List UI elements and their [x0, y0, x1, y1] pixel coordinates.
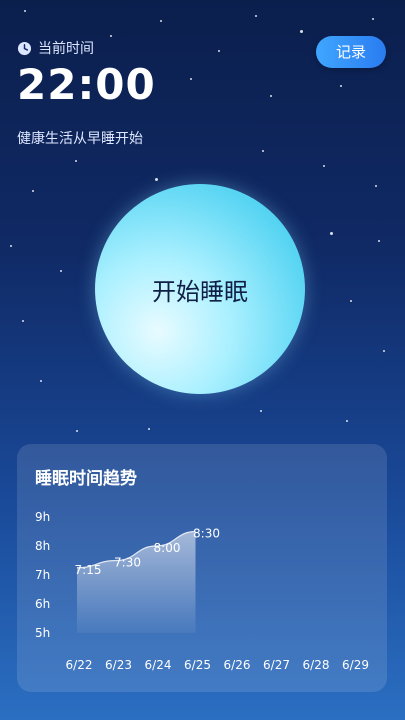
data-label: 7:15	[75, 563, 102, 577]
current-time-label: 当前时间	[38, 41, 94, 57]
x-tick-label: 6/25	[184, 658, 211, 672]
y-tick-label: 9h	[35, 510, 50, 524]
y-tick-label: 5h	[35, 626, 50, 640]
x-tick-label: 6/23	[105, 658, 132, 672]
data-label: 8:00	[154, 541, 181, 555]
current-time-label-row: 当前时间	[17, 38, 94, 58]
sleep-trend-chart: 9h 8h 7h 6h 5h 7:15 7:30 8:00 8:30 6/22 6/23 6/24 6/…	[35, 510, 369, 672]
data-label: 8:30	[193, 527, 220, 541]
data-label: 7:30	[114, 556, 141, 570]
y-tick-label: 6h	[35, 597, 50, 611]
current-time: 22:00	[17, 60, 156, 109]
sleep-trend-card: 睡眠时间趋势 9h 8h 7h 6h 5h 7:15 7:30 8:00 8:30 6/22 6/2…	[17, 444, 387, 692]
record-button[interactable]: 记录	[316, 36, 386, 68]
x-tick-label: 6/29	[342, 658, 369, 672]
start-sleep-button[interactable]: 开始睡眠	[95, 184, 305, 394]
x-tick-label: 6/27	[263, 658, 290, 672]
x-tick-label: 6/24	[145, 658, 172, 672]
y-tick-label: 8h	[35, 539, 50, 553]
clock-icon	[17, 41, 32, 55]
y-tick-label: 7h	[35, 568, 50, 582]
x-tick-label: 6/26	[224, 658, 251, 672]
x-tick-label: 6/28	[303, 658, 330, 672]
slogan: 健康生活从早睡开始	[17, 131, 143, 147]
start-sleep-label: 开始睡眠	[152, 277, 248, 306]
x-tick-label: 6/22	[66, 658, 93, 672]
